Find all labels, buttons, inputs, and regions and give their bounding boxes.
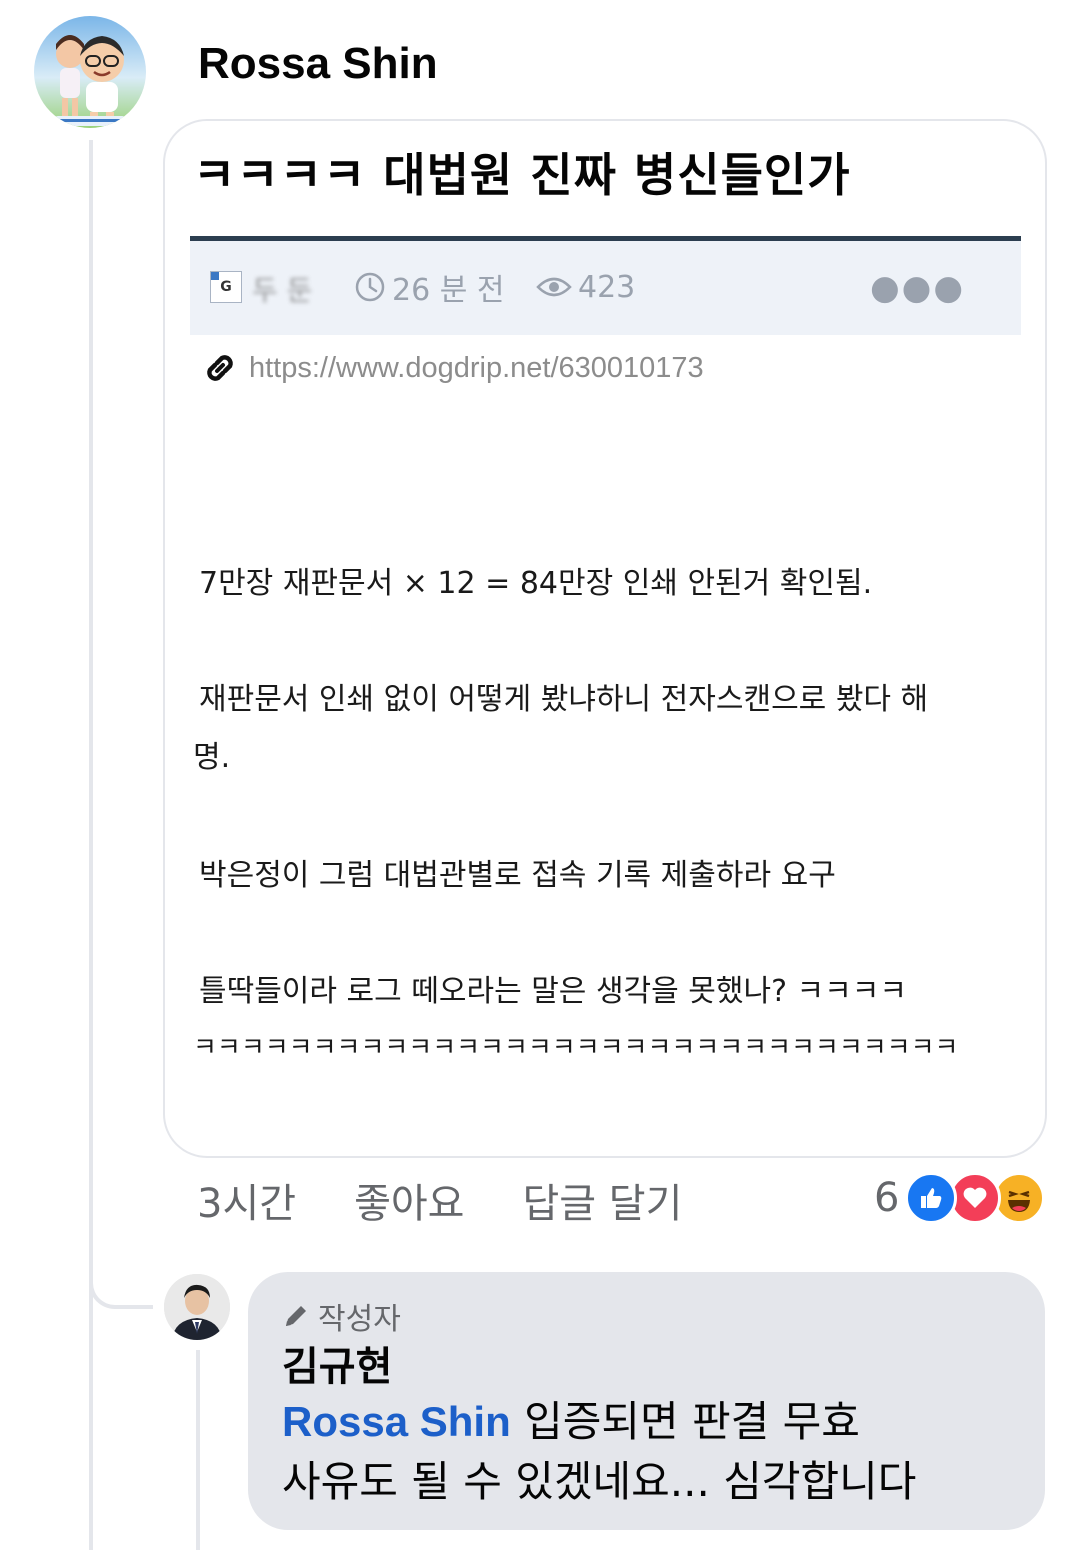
post-paragraph: 명.: [193, 740, 231, 775]
mention-link[interactable]: Rossa Shin: [282, 1398, 511, 1445]
reply-author-name[interactable]: 김규현: [282, 1334, 392, 1392]
post-views-count: 423: [578, 269, 636, 305]
reply-button[interactable]: 답글 달기: [522, 1171, 682, 1229]
reply-text-line1: 입증되면 판결 무효: [510, 1397, 860, 1446]
post-link-row[interactable]: https://www.dogdrip.net/630010173: [201, 349, 704, 387]
post-link-url[interactable]: https://www.dogdrip.net/630010173: [249, 352, 704, 385]
link-icon: [207, 355, 233, 381]
reply-author-avatar[interactable]: [164, 1274, 230, 1340]
reply-text: Rossa Shin 입증되면 판결 무효 사유도 될 수 있겠네요... 심각…: [282, 1392, 1022, 1512]
eye-icon: [536, 277, 572, 297]
comment-author-name[interactable]: Rossa Shin: [198, 38, 438, 90]
avatar-photo: [164, 1274, 230, 1340]
love-icon: [949, 1172, 1002, 1224]
post-views: 423: [536, 267, 635, 307]
more-dots-icon[interactable]: ●●●: [870, 271, 965, 305]
post-paragraph: 7만장 재판문서 × 12 = 84만장 인쇄 안된거 확인됨.: [199, 566, 873, 601]
reaction-summary[interactable]: 6: [874, 1172, 1046, 1224]
post-title: ㅋㅋㅋㅋ 대법원 진짜 병신들인가: [193, 148, 851, 202]
reply-bubble[interactable]: 작성자 김규현 Rossa Shin 입증되면 판결 무효 사유도 될 수 있겠…: [248, 1272, 1045, 1530]
author-badge-label: 작성자: [318, 1302, 401, 1337]
post-paragraph: 재판문서 인쇄 없이 어떻게 봤냐하니 전자스캔으로 봤다 해: [199, 682, 929, 717]
post-meta-bar: G 두 둔 26 분 전 423 ●●●: [190, 236, 1021, 335]
post-time: 26 분 전: [354, 267, 505, 308]
reply-text-line2: 사유도 될 수 있겠네요... 심각합니다: [282, 1457, 917, 1506]
shared-post-card[interactable]: ㅋㅋㅋㅋ 대법원 진짜 병신들인가 G 두 둔 26 분 전 423 ●●● h…: [163, 119, 1047, 1158]
post-username: 두 둔: [252, 274, 313, 307]
thread-connector: [89, 1255, 153, 1309]
post-paragraph: ㅋㅋㅋㅋㅋㅋㅋㅋㅋㅋㅋㅋㅋㅋㅋㅋㅋㅋㅋㅋㅋㅋㅋㅋㅋㅋㅋㅋㅋㅋㅋㅋ: [193, 1033, 959, 1063]
avatar-illustration: [54, 35, 126, 126]
comment-actions: 3시간 좋아요 답글 달기: [197, 1172, 682, 1228]
haha-icon: [993, 1172, 1046, 1224]
like-button[interactable]: 좋아요: [354, 1171, 464, 1229]
post-time-text: 26 분 전: [392, 273, 505, 308]
reply-thread-line: [196, 1350, 200, 1550]
profile-avatar[interactable]: [34, 16, 146, 128]
clock-icon: [355, 272, 385, 302]
like-icon: [905, 1172, 958, 1224]
author-badge: 작성자: [282, 1294, 401, 1338]
thread-line: [89, 140, 93, 1550]
comment-time: 3시간: [197, 1181, 297, 1227]
site-badge-icon: G: [210, 271, 242, 303]
post-paragraph: 틀딱들이라 로그 떼오라는 말은 생각을 못했나? ㅋㅋㅋㅋ: [199, 974, 907, 1009]
reaction-count: 6: [874, 1175, 900, 1221]
pencil-icon: [286, 1306, 306, 1326]
post-paragraph: 박은정이 그럼 대법관별로 접속 기록 제출하라 요구: [199, 858, 836, 893]
